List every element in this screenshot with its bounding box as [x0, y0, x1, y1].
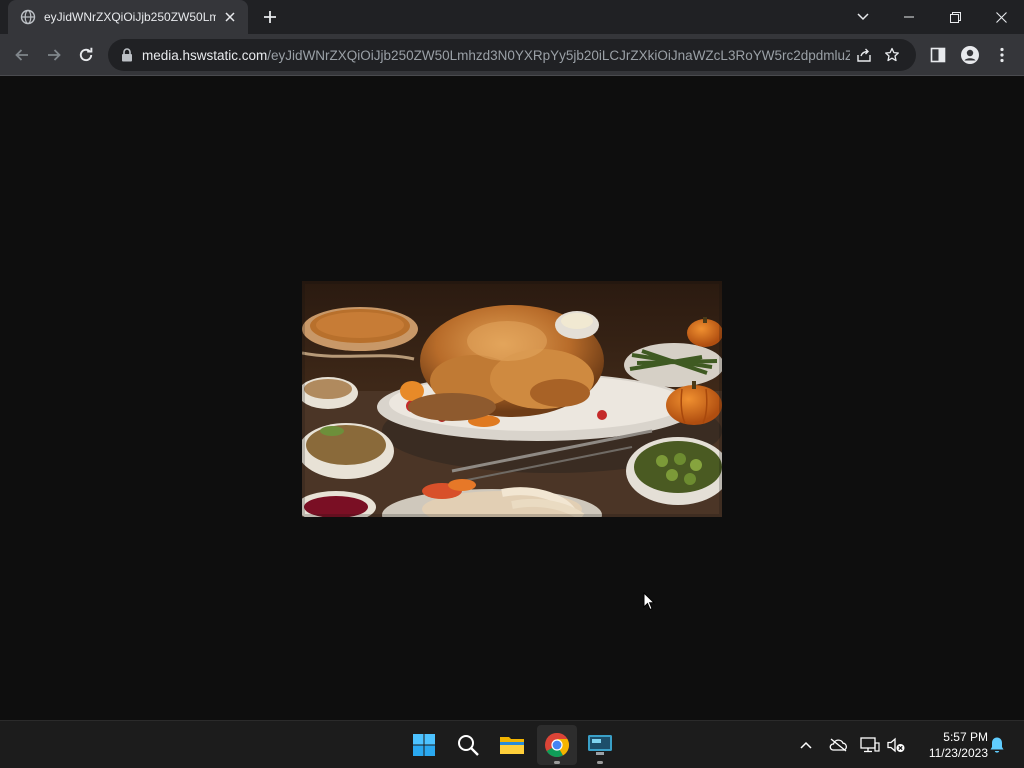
plus-icon[interactable] [258, 5, 282, 29]
globe-icon [20, 9, 36, 25]
running-indicator [554, 761, 560, 764]
running-indicator [597, 761, 603, 764]
menu-icon[interactable] [986, 39, 1018, 71]
network-icon[interactable] [858, 733, 882, 757]
page-viewport [0, 77, 1024, 720]
onedrive-offline-icon[interactable] [826, 733, 850, 757]
restore-icon[interactable] [932, 0, 978, 34]
reload-icon[interactable] [70, 39, 102, 71]
minimize-icon[interactable] [886, 0, 932, 34]
bell-icon[interactable] [985, 733, 1009, 757]
browser-tab[interactable]: eyJidWNrZXQiOiJjb250ZW50Lmh [8, 0, 248, 34]
chevron-down-icon[interactable] [848, 4, 878, 30]
url-text[interactable]: media.hswstatic.com/eyJidWNrZXQiOiJjb250… [142, 48, 850, 63]
search-icon[interactable] [448, 725, 488, 765]
system-clock[interactable]: 5:57 PM 11/23/2023 [912, 729, 988, 761]
turkey-dinner-image[interactable] [302, 281, 722, 517]
arrow-right-icon[interactable] [38, 39, 70, 71]
address-bar[interactable]: media.hswstatic.com/eyJidWNrZXQiOiJjb250… [108, 39, 916, 71]
star-icon[interactable] [878, 41, 906, 69]
side-panel-icon[interactable] [922, 39, 954, 71]
chevron-up-icon[interactable] [794, 733, 818, 757]
lock-icon[interactable] [120, 48, 134, 62]
browser-window: eyJidWNrZXQiOiJjb250ZW50Lmh media.hswsta… [0, 0, 1024, 720]
url-domain: media.hswstatic.com [142, 47, 268, 63]
profile-icon[interactable] [954, 39, 986, 71]
arrow-left-icon[interactable] [6, 39, 38, 71]
window-controls [886, 0, 1024, 34]
close-icon[interactable] [222, 9, 238, 25]
browser-toolbar: media.hswstatic.com/eyJidWNrZXQiOiJjb250… [0, 34, 1024, 76]
clock-date: 11/23/2023 [928, 746, 988, 760]
share-icon[interactable] [850, 41, 878, 69]
file-explorer-icon[interactable] [492, 725, 532, 765]
tab-title: eyJidWNrZXQiOiJjb250ZW50Lmh [44, 10, 216, 24]
pointer-icon [643, 591, 656, 616]
remote-desktop-icon[interactable] [580, 725, 620, 765]
clock-time: 5:57 PM [943, 730, 988, 744]
close-icon[interactable] [978, 0, 1024, 34]
tab-strip: eyJidWNrZXQiOiJjb250ZW50Lmh [0, 0, 1024, 34]
volume-muted-icon[interactable] [884, 733, 908, 757]
taskbar: 5:57 PM 11/23/2023 [0, 720, 1024, 768]
url-path: /eyJidWNrZXQiOiJjb250ZW50Lmhzd3N0YXRpYy5… [267, 47, 850, 63]
chrome-icon[interactable] [537, 725, 577, 765]
windows-start-icon[interactable] [404, 725, 444, 765]
